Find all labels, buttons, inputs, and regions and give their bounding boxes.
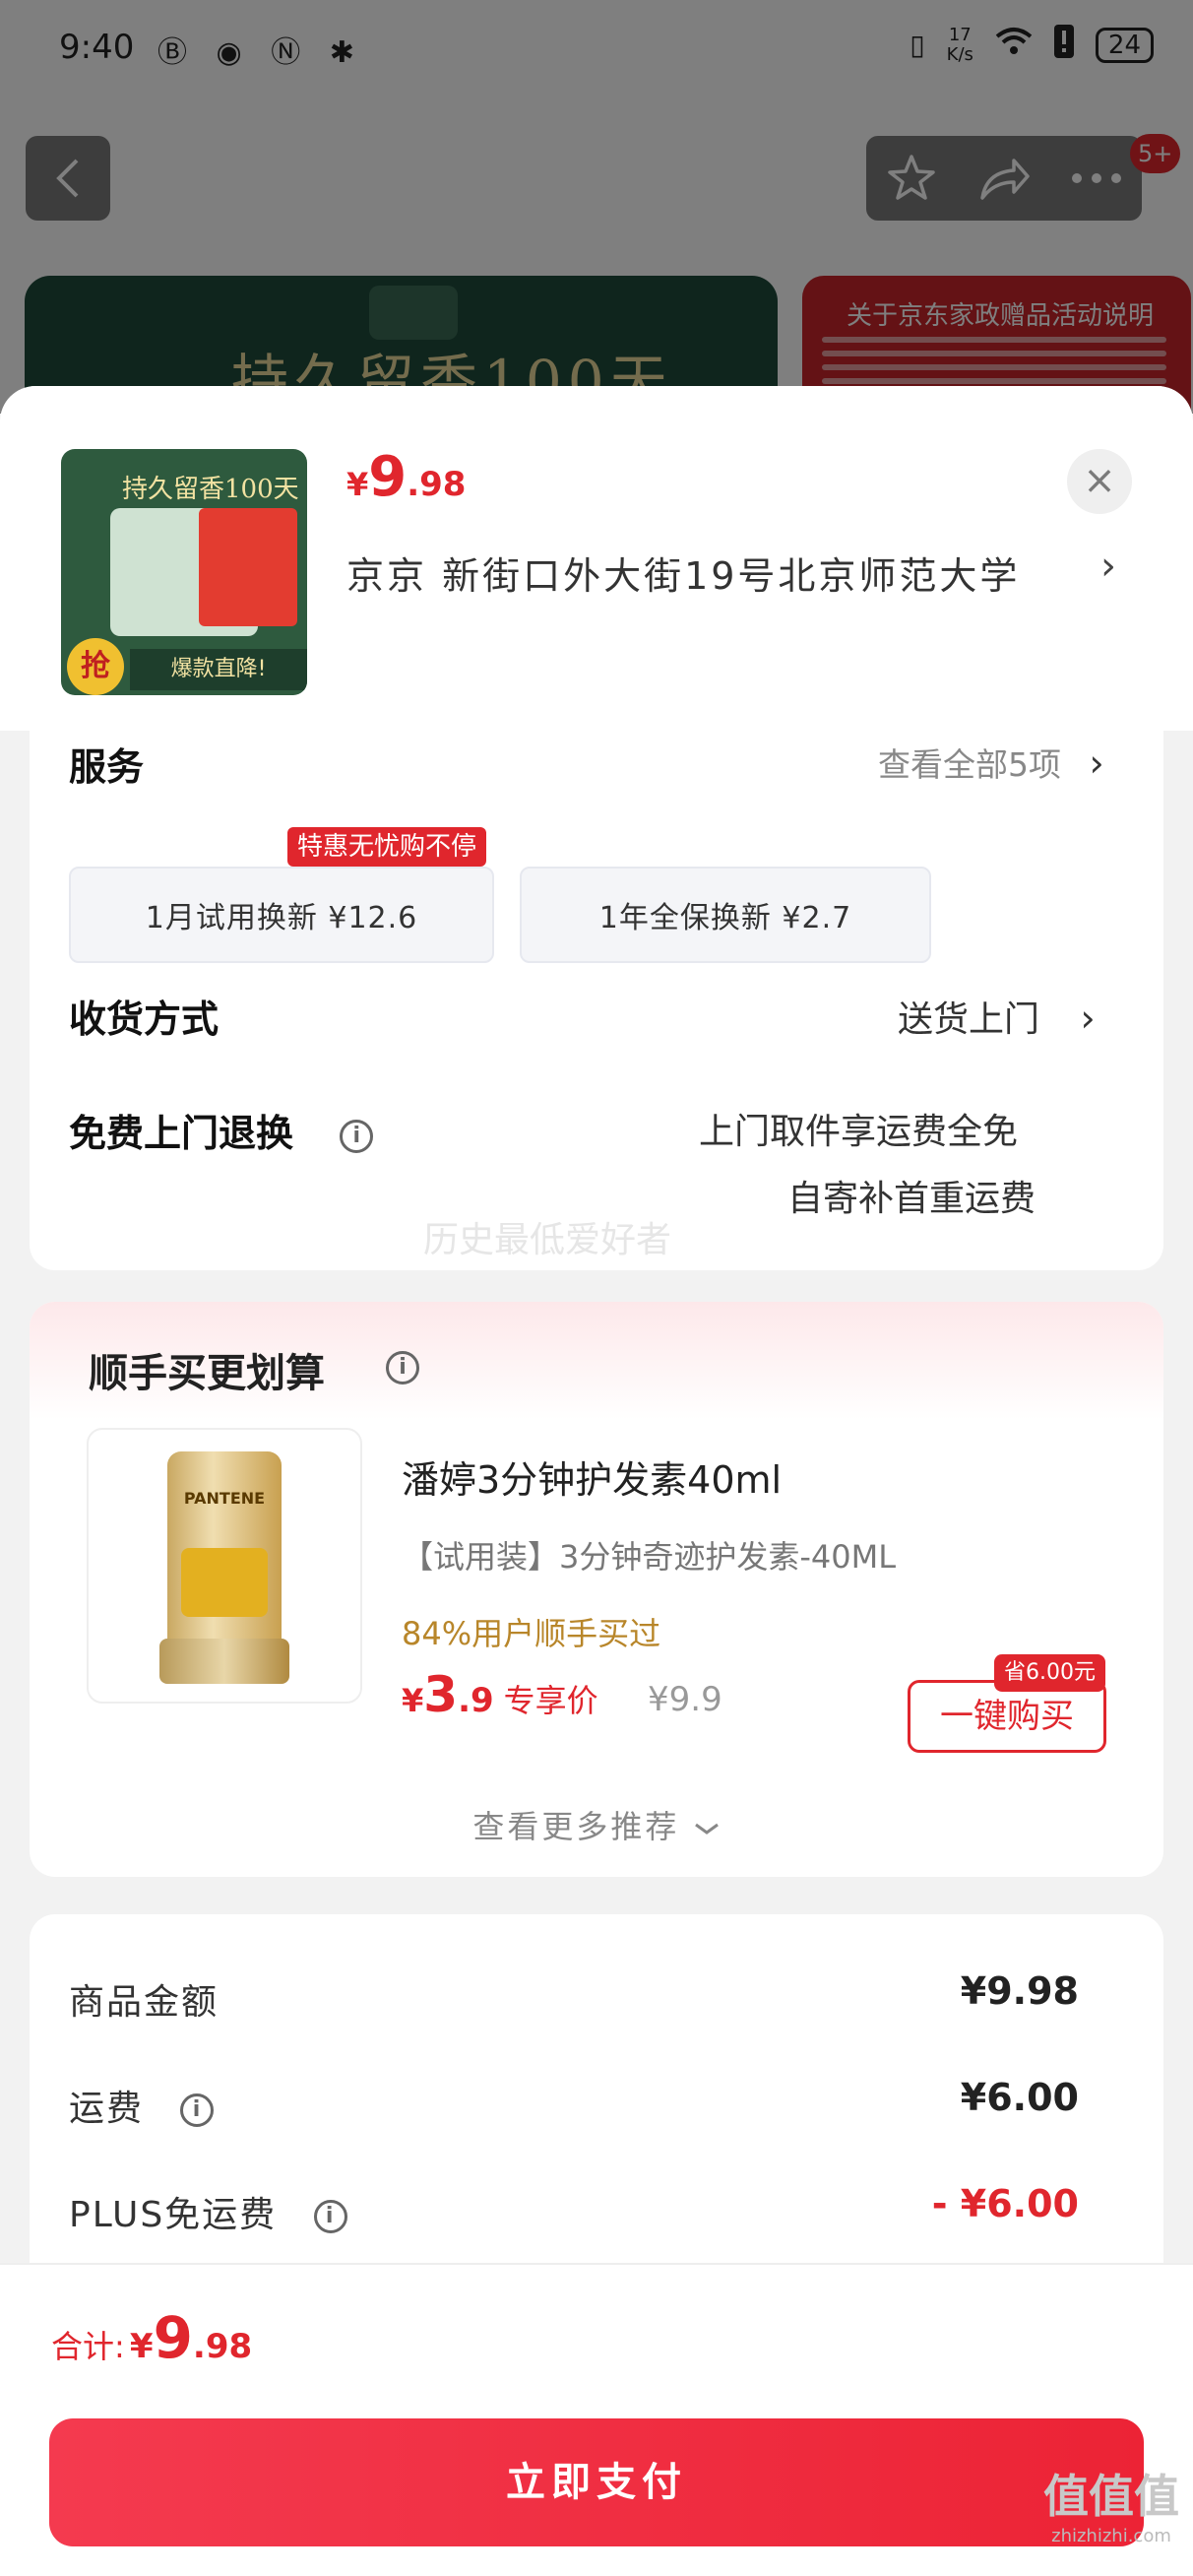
delivery-method-value: 送货上门 (898, 999, 1040, 1040)
product-thumbnail: 持久留香100天 爆款直降! 抢 (61, 449, 307, 695)
summary-goods-label: 商品金额 (69, 1982, 220, 2023)
add-on-price-integer: 3 (423, 1666, 459, 1723)
tube-brand-label: PANTENE (183, 1489, 266, 1508)
total-decimal: .98 (192, 2327, 253, 2366)
price-integer: 9 (368, 445, 408, 509)
info-icon: i (386, 1351, 419, 1385)
save-amount-badge: 省6.00元 (994, 1654, 1105, 1692)
add-on-product-image[interactable]: PANTENE (87, 1428, 362, 1704)
summary-shipping-value: ¥6.00 (960, 2076, 1079, 2119)
add-on-title: 顺手买更划算 (89, 1351, 325, 1396)
thumb-promo-block (199, 508, 297, 626)
delivery-address[interactable]: 京京 新街口外大街19号北京师范大学 (346, 546, 1020, 600)
summary-goods-value: ¥9.98 (960, 1969, 1079, 2013)
service-label: 服务 (69, 745, 145, 789)
price-currency: ¥ (346, 466, 369, 503)
service-chip-trial[interactable]: 1月试用换新 ¥12.6 (69, 867, 494, 963)
logo-domain: zhizhizhi.com (1051, 2526, 1171, 2546)
price-decimal: .98 (407, 465, 467, 504)
return-line-1: 上门取件享运费全免 (699, 1112, 1019, 1152)
info-icon[interactable]: i (180, 2093, 215, 2127)
return-line-2: 自寄补首重运费 (787, 1179, 1036, 1219)
total-currency: ¥ (129, 2327, 154, 2366)
more-recommendations-text: 查看更多推荐 (472, 1808, 680, 1845)
summary-plus-label: PLUS免运费 i (69, 2186, 347, 2237)
footer-bar: 合计: ¥9.98 立即支付 值值值 zhizhizhi.com (0, 2263, 1193, 2576)
add-on-original-price: ¥9.9 (648, 1680, 722, 1719)
summary-shipping-label: 运费 i (69, 2080, 215, 2131)
info-icon[interactable]: i (313, 2200, 347, 2233)
delivery-label: 收货方式 (69, 998, 220, 1041)
add-on-price: ¥3.9 专享价 (402, 1666, 598, 1723)
service-chip-warranty[interactable]: 1年全保换新 ¥2.7 (520, 867, 931, 963)
chevron-right-icon: › (1080, 997, 1096, 1040)
dim-overlay[interactable] (0, 0, 1193, 414)
add-on-price-tag: 专享价 (503, 1682, 598, 1719)
total-integer: 9 (153, 2304, 193, 2371)
total-label: 合计: (51, 2328, 125, 2365)
tube-cap (159, 1639, 289, 1684)
order-info-card: 服务 查看全部5项 › 1月试用换新 ¥12.6 特惠无忧购不停 1年全保换新 … (30, 731, 1163, 1270)
close-button[interactable]: × (1067, 449, 1132, 514)
chevron-right-icon: › (1089, 741, 1104, 785)
sheet-header: 持久留香100天 爆款直降! 抢 ¥9.98 × 京京 新街口外大街19号北京师… (0, 386, 1193, 731)
info-icon[interactable]: i (340, 1119, 374, 1153)
return-label: 免费上门退换 i (69, 1103, 374, 1157)
chevron-down-icon (694, 1823, 719, 1835)
more-recommendations[interactable]: 查看更多推荐 (30, 1802, 1163, 1847)
summary-plus-text: PLUS免运费 (69, 2195, 278, 2235)
order-total: 合计: ¥9.98 (51, 2304, 252, 2371)
thumb-title: 持久留香100天 (122, 475, 299, 504)
checkout-sheet: 持久留香100天 爆款直降! 抢 ¥9.98 × 京京 新街口外大街19号北京师… (0, 386, 1193, 2576)
pay-now-button[interactable]: 立即支付 (49, 2418, 1144, 2546)
summary-plus-value: - ¥6.00 (931, 2182, 1079, 2225)
service-promo-tag: 特惠无忧购不停 (287, 827, 487, 867)
tube-gold-label (181, 1548, 268, 1617)
add-on-rate: 84%用户顺手买过 (402, 1615, 661, 1652)
add-on-price-decimal: .9 (458, 1681, 494, 1720)
chevron-right-icon[interactable]: › (1100, 544, 1116, 589)
logo-text: 值值值 (1043, 2470, 1179, 2523)
service-view-all[interactable]: 查看全部5项 › (878, 739, 1104, 786)
delivery-method[interactable]: 送货上门 › (898, 991, 1096, 1042)
add-on-info[interactable]: i (386, 1351, 419, 1385)
thumb-bottom-label: 爆款直降! (130, 649, 307, 690)
service-view-all-text: 查看全部5项 (878, 745, 1061, 784)
summary-shipping-text: 运费 (69, 2089, 145, 2129)
add-on-price-currency: ¥ (402, 1682, 424, 1719)
add-on-card: 顺手买更划算 i PANTENE 潘婷3分钟护发素40ml 【试用装】3分钟奇迹… (30, 1302, 1163, 1877)
thumb-grab-badge: 抢 (67, 638, 124, 695)
price-summary-card: 商品金额 ¥9.98 运费 i ¥6.00 PLUS免运费 i - ¥6.00 (30, 1914, 1163, 2308)
add-on-desc: 【试用装】3分钟奇迹护发素-40ML (402, 1538, 897, 1576)
watermark-text: 历史最低爱好者 (423, 1220, 672, 1260)
site-logo-watermark: 值值值 zhizhizhi.com (1043, 2461, 1179, 2546)
product-price: ¥9.98 (346, 445, 466, 509)
add-on-name[interactable]: 潘婷3分钟护发素40ml (402, 1449, 782, 1504)
return-label-text: 免费上门退换 (69, 1112, 294, 1155)
